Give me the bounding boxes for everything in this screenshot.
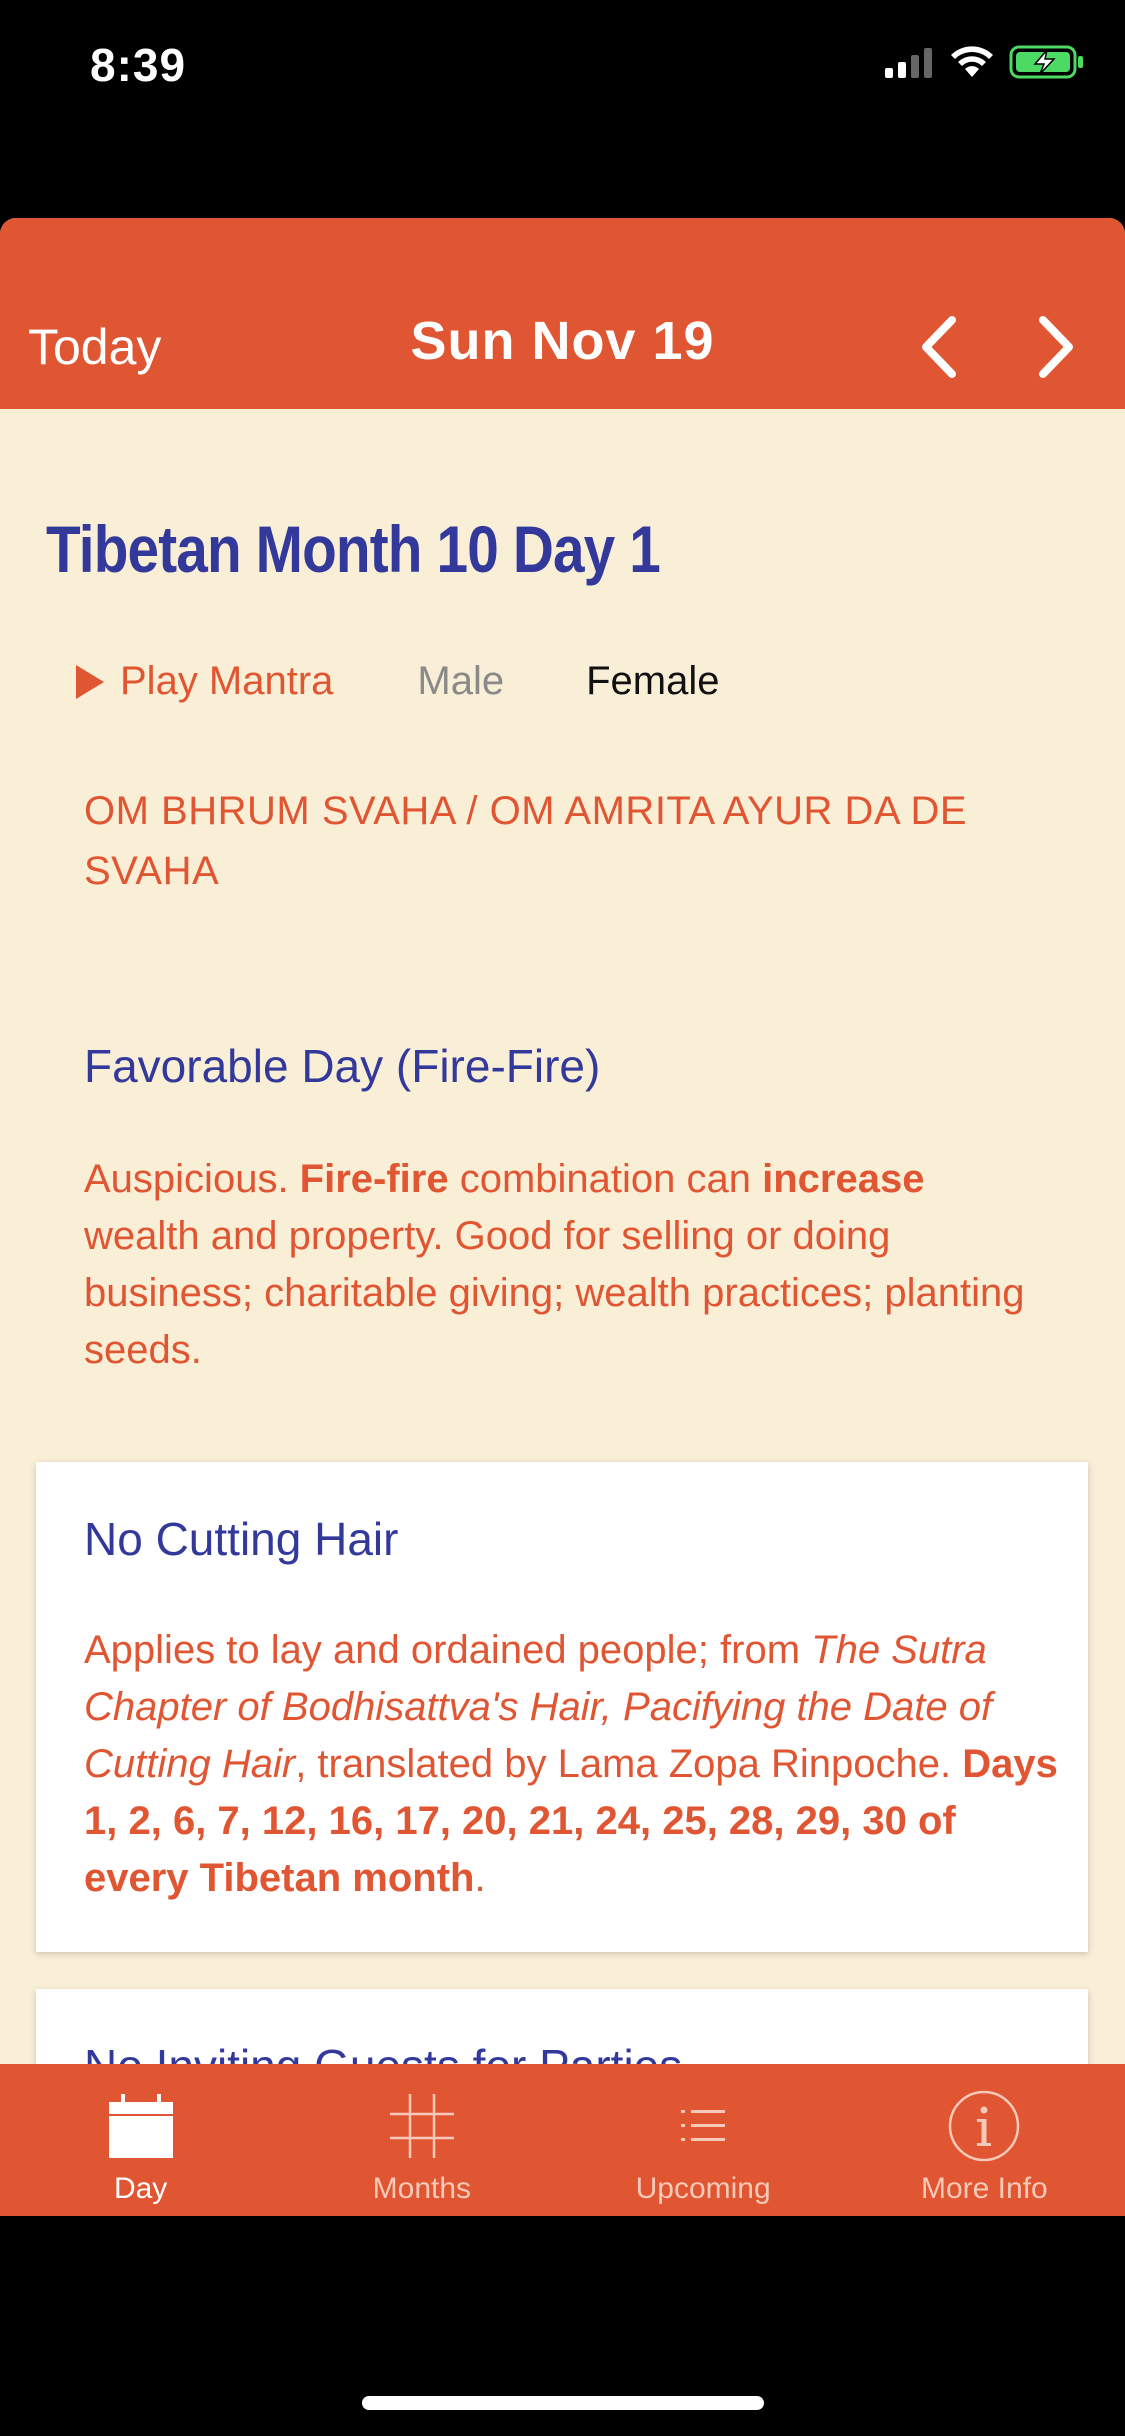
observance-card: No Inviting Guests for Parties [36, 1989, 1088, 2064]
card-body: Applies to lay and ordained people; from… [84, 1622, 1064, 1907]
info-icon [949, 2090, 1020, 2162]
favorable-text-bold: Fire-fire [299, 1157, 449, 1201]
tab-label: Upcoming [635, 2172, 771, 2205]
play-icon [76, 664, 104, 699]
favorable-text-part: combination can [448, 1157, 763, 1201]
nav-bar: Today Sun Nov 19 [0, 218, 1125, 409]
wifi-icon [951, 46, 993, 77]
voice-option-female[interactable]: Female [586, 659, 719, 704]
voice-option-male[interactable]: Male [417, 659, 504, 704]
tab-label: Day [113, 2172, 168, 2205]
tab-more-info[interactable]: More Info [844, 2064, 1125, 2216]
card-text-part: . [474, 1856, 486, 1900]
play-mantra-label: Play Mantra [120, 659, 334, 703]
favorable-day-description: Auspicious. Fire-fire combination can in… [84, 1151, 1044, 1379]
observance-card: No Cutting Hair Applies to lay and ordai… [36, 1462, 1088, 1952]
status-icons [883, 44, 1085, 80]
status-time: 8:39 [90, 39, 187, 91]
calendar-icon [108, 2094, 173, 2158]
chevron-right-icon[interactable] [1025, 312, 1085, 382]
tab-label: More Info [921, 2172, 1048, 2205]
battery-charging-icon [1009, 45, 1083, 79]
play-mantra-button[interactable]: Play Mantra [76, 659, 333, 704]
mantra-controls: Play Mantra Male Female [76, 659, 720, 704]
mantra-text: OM BHRUM SVAHA / OM AMRITA AYUR DA DE SV… [84, 789, 968, 893]
favorable-text-part: wealth and property. Good for selling or… [84, 1214, 1025, 1372]
grid-icon [389, 2094, 454, 2158]
favorable-day-title: Favorable Day (Fire-Fire) [84, 1040, 601, 1092]
phone-screen: 8:39 Today Sun Nov 19 Tibetan Month 10 D… [0, 0, 1125, 2436]
card-title: No Cutting Hair [84, 1513, 399, 1565]
card-text-part: Applies to lay and ordained people; from [84, 1628, 812, 1672]
chevron-left-icon[interactable] [910, 312, 970, 382]
list-icon [681, 2110, 726, 2141]
tab-label: Months [372, 2172, 472, 2205]
app-container: Today Sun Nov 19 Tibetan Month 10 Day 1 … [0, 218, 1125, 2216]
tab-upcoming[interactable]: Upcoming [563, 2064, 844, 2216]
page-title: Tibetan Month 10 Day 1 [46, 512, 661, 586]
tab-months[interactable]: Months [281, 2064, 562, 2216]
signal-icon [885, 48, 932, 78]
tab-day[interactable]: Day [0, 2064, 281, 2216]
favorable-text-bold: increase [762, 1157, 925, 1201]
favorable-text-part: Auspicious. [84, 1157, 300, 1201]
tab-bar: Day Months Upcoming More Info [0, 2064, 1125, 2216]
day-content[interactable]: Tibetan Month 10 Day 1 Play Mantra Male … [0, 409, 1125, 2064]
status-bar: 8:39 [0, 0, 1125, 140]
card-text-part: , translated by Lama Zopa Rinpoche. [295, 1742, 963, 1786]
card-title: No Inviting Guests for Parties [84, 2039, 682, 2064]
home-indicator[interactable] [362, 2396, 764, 2410]
